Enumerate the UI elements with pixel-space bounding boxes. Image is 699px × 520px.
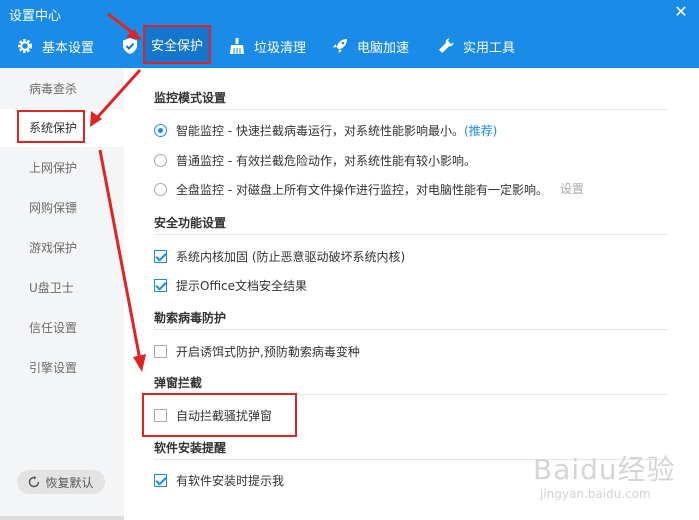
sidebar-item-web-protection[interactable]: 上网保护 — [0, 149, 124, 187]
radio-option-normal[interactable]: 普通监控 - 有效拦截危险动作，对系统性能有较小影响。 — [154, 152, 476, 169]
sidebar-item-engine-settings[interactable]: 引擎设置 — [0, 349, 124, 387]
sidebar-item-label: 系统保护 — [29, 121, 78, 135]
checkbox-block-popups[interactable]: 自动拦截骚扰弹窗 — [154, 407, 272, 424]
close-button[interactable]: ✕ — [673, 4, 689, 20]
option-label: 提示Office文档安全结果 — [176, 279, 308, 293]
watermark-logo: Baidu经验 — [533, 453, 676, 486]
sidebar-item-virus-scan[interactable]: 病毒查杀 — [0, 70, 124, 108]
restore-default-button[interactable]: 恢复默认 — [17, 470, 105, 494]
tab-label: 安全保护 — [151, 39, 204, 54]
checkbox[interactable] — [154, 474, 167, 487]
sidebar-item-label: 游戏保护 — [29, 241, 78, 255]
sidebar-item-label: 信任设置 — [29, 321, 78, 335]
recommend-tag: (推荐) — [463, 124, 498, 138]
divider — [154, 109, 668, 110]
option-label: 系统内核加固 (防止恶意驱动破坏系统内核) — [176, 250, 406, 264]
divider — [154, 329, 668, 330]
tab-label: 实用工具 — [463, 40, 516, 56]
tab-label: 垃圾清理 — [254, 40, 307, 56]
divider — [154, 234, 668, 235]
sidebar-bottom-strip — [0, 516, 124, 520]
tab-label: 基本设置 — [42, 40, 95, 56]
checkbox[interactable] — [154, 279, 167, 292]
checkbox-install-prompt[interactable]: 有软件安装时提示我 — [154, 472, 284, 489]
option-label: 普通监控 - 有效拦截危险动作，对系统性能有较小影响。 — [176, 154, 476, 168]
checkbox[interactable] — [154, 250, 167, 263]
sidebar-item-shopping-guard[interactable]: 网购保镖 — [0, 189, 124, 227]
checkbox-kernel-hardening[interactable]: 系统内核加固 (防止恶意驱动破坏系统内核) — [154, 248, 405, 265]
option-label: 有软件安装时提示我 — [176, 474, 285, 488]
wrench-icon — [439, 38, 454, 53]
section-title-monitor: 监控模式设置 — [154, 91, 227, 105]
section-title-ransomware: 勒索病毒防护 — [154, 311, 227, 325]
checkbox[interactable] — [154, 345, 167, 358]
sidebar-item-label: 上网保护 — [29, 161, 78, 175]
checkbox-decoy-protection[interactable]: 开启诱饵式防护,预防勒索病毒变种 — [154, 343, 360, 360]
radio-button[interactable] — [154, 124, 167, 137]
divider — [154, 394, 668, 395]
radio-option-full[interactable]: 全盘监控 - 对磁盘上所有文件操作进行监控，对电脑性能有一定影响。 — [154, 181, 548, 198]
refresh-icon — [29, 476, 40, 488]
radio-button[interactable] — [154, 183, 167, 196]
section-title-security: 安全功能设置 — [154, 216, 227, 230]
option-label: 开启诱饵式防护,预防勒索病毒变种 — [176, 345, 360, 359]
shield-check-icon — [123, 38, 137, 54]
gear-icon — [18, 39, 32, 53]
title-bar: 设置中心 ✕ 基本设置 安全保护 垃圾清理 电脑加速 实用工具 — [0, 0, 699, 68]
sidebar-item-game-protection[interactable]: 游戏保护 — [0, 229, 124, 267]
checkbox[interactable] — [154, 409, 167, 422]
radio-button[interactable] — [154, 154, 167, 167]
rocket-icon — [333, 39, 347, 53]
restore-default-label: 恢复默认 — [45, 475, 94, 490]
option-label: 全盘监控 - 对磁盘上所有文件操作进行监控，对电脑性能有一定影响。 — [176, 183, 548, 197]
sidebar-item-label: 病毒查杀 — [29, 82, 78, 96]
tab-label: 电脑加速 — [357, 40, 410, 56]
sidebar-item-label: U盘卫士 — [29, 281, 74, 295]
sidebar-item-label: 网购保镖 — [29, 201, 78, 215]
section-title-popup: 弹窗拦截 — [154, 376, 203, 390]
watermark-url: jingyan.baidu.com — [540, 487, 651, 501]
tab-junk-cleanup[interactable]: 垃圾清理 — [228, 28, 306, 64]
tab-utilities[interactable]: 实用工具 — [437, 28, 515, 64]
window-title: 设置中心 — [9, 9, 62, 24]
broom-icon — [230, 38, 244, 54]
tab-security-protection[interactable] — [121, 28, 139, 64]
sidebar-item-system-protection[interactable]: 系统保护 — [0, 109, 124, 147]
checkbox-office-result[interactable]: 提示Office文档安全结果 — [154, 277, 307, 294]
sidebar-item-usb-guard[interactable]: U盘卫士 — [0, 269, 124, 307]
tab-pc-speedup[interactable]: 电脑加速 — [331, 28, 409, 64]
full-monitor-settings-link[interactable]: 设置 — [560, 180, 584, 197]
sidebar-item-trust-settings[interactable]: 信任设置 — [0, 309, 124, 347]
option-label: 智能监控 - 快速拦截病毒运行，对系统性能影响最小。 — [176, 124, 464, 138]
option-label: 自动拦截骚扰弹窗 — [176, 409, 273, 423]
section-title-install: 软件安装提醒 — [154, 441, 227, 455]
radio-option-smart[interactable]: 智能监控 - 快速拦截病毒运行，对系统性能影响最小。 (推荐) — [154, 122, 497, 139]
tab-security-protection-label[interactable]: 安全保护 — [143, 25, 212, 64]
sidebar-item-label: 引擎设置 — [29, 361, 78, 375]
tab-basic-settings[interactable]: 基本设置 — [16, 28, 94, 64]
sidebar: 病毒查杀 系统保护 上网保护 网购保镖 游戏保护 U盘卫士 信任设置 引擎设置 — [0, 68, 124, 520]
